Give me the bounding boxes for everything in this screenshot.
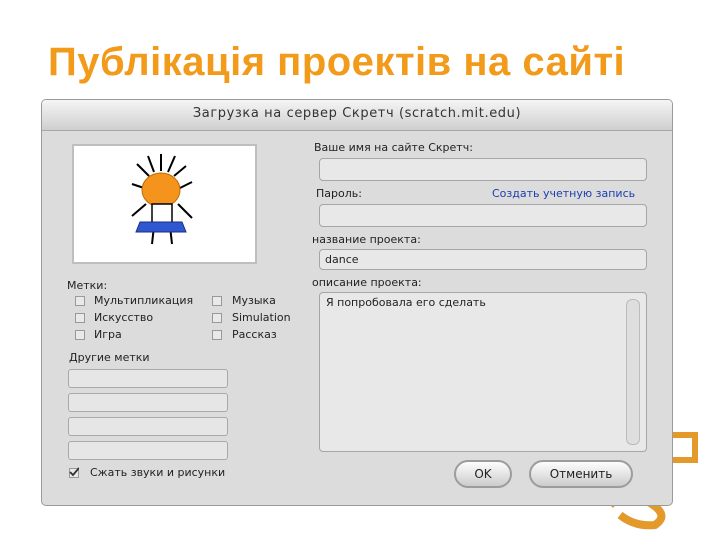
project-name-input[interactable]: dance: [319, 249, 647, 270]
tag-checkbox-simulation[interactable]: [212, 313, 222, 323]
project-desc-label: описание проекта:: [312, 276, 422, 289]
other-tag-input-4[interactable]: [68, 441, 228, 460]
check-icon: [69, 467, 79, 477]
compress-label: Сжать звуки и рисунки: [90, 466, 226, 479]
tag-checkbox-game[interactable]: [75, 330, 85, 340]
tags-label: Метки:: [67, 279, 108, 292]
other-tag-input-2[interactable]: [68, 393, 228, 412]
password-label: Пароль:: [316, 187, 362, 200]
project-desc-textarea[interactable]: Я попробовала его сделать: [319, 292, 647, 452]
dialog-title: Загрузка на сервер Скретч (scratch.mit.e…: [192, 106, 522, 121]
username-label: Ваше имя на сайте Скретч:: [314, 141, 473, 154]
tag-checkbox-story[interactable]: [212, 330, 222, 340]
tag-label-art: Искусство: [94, 311, 154, 324]
username-input[interactable]: [319, 158, 647, 181]
compress-checkbox[interactable]: [69, 467, 79, 478]
other-tags-label: Другие метки: [69, 351, 150, 364]
other-tag-input-1[interactable]: [68, 369, 228, 388]
desc-scrollbar[interactable]: [626, 299, 640, 445]
project-name-label: название проекта:: [312, 233, 421, 246]
upload-dialog: Загрузка на сервер Скретч (scratch.mit.e…: [42, 100, 672, 505]
password-input[interactable]: [319, 204, 647, 227]
project-desc-text: Я попробовала его сделать: [326, 296, 486, 309]
create-account-link[interactable]: Создать учетную запись: [492, 187, 635, 200]
sprite-thumbnail-icon: [131, 154, 193, 245]
slide-title: Публікація проектів на сайті: [48, 40, 626, 84]
ok-button[interactable]: OK: [454, 460, 512, 488]
dialog-titlebar[interactable]: Загрузка на сервер Скретч (scratch.mit.e…: [42, 100, 672, 131]
tag-label-story: Рассказ: [232, 328, 277, 341]
tag-label-animation: Мультипликация: [94, 294, 194, 307]
other-tag-input-3[interactable]: [68, 417, 228, 436]
tag-label-music: Музыка: [232, 294, 276, 307]
tag-checkbox-art[interactable]: [75, 313, 85, 323]
tag-checkbox-music[interactable]: [212, 296, 222, 306]
cancel-button[interactable]: Отменить: [529, 460, 633, 488]
tag-checkbox-animation[interactable]: [75, 296, 85, 306]
project-thumbnail: [72, 144, 257, 264]
tag-label-game: Игра: [94, 328, 122, 341]
tag-label-simulation: Simulation: [232, 311, 291, 324]
